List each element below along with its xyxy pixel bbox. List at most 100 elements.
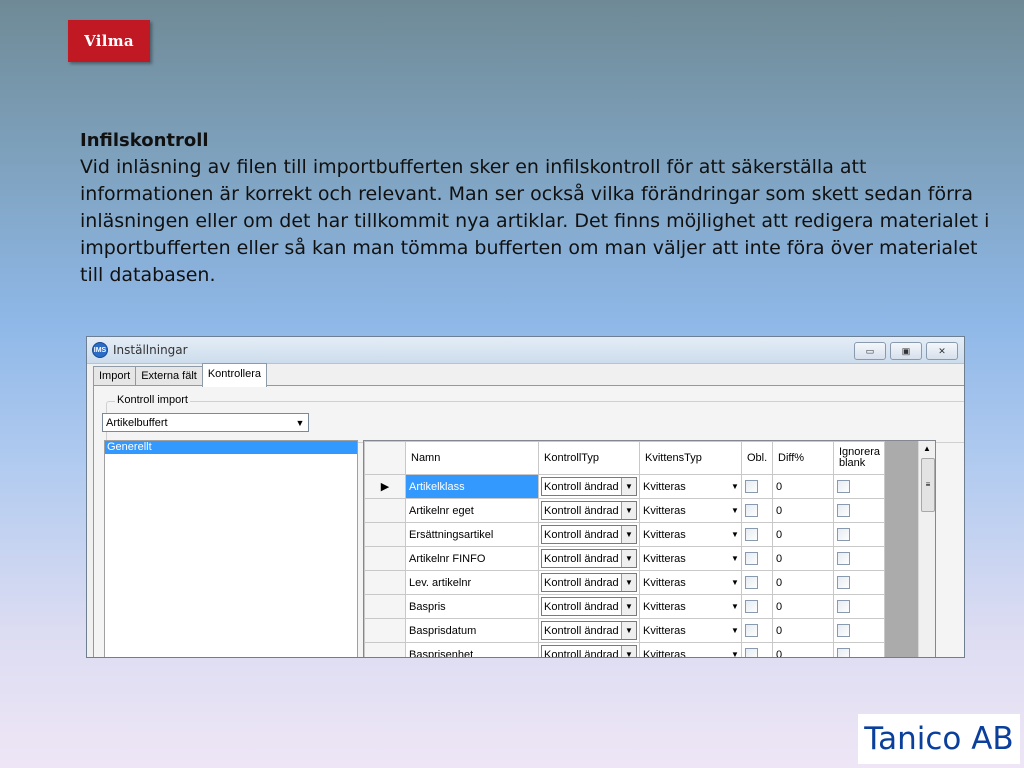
chevron-down-icon[interactable]: ▼ (621, 502, 636, 519)
cell-kontrolltyp[interactable]: Kontroll ändrad ▼ (538, 546, 640, 571)
ignorera-checkbox[interactable] (837, 576, 850, 589)
cell-ignorera-blank[interactable] (833, 570, 885, 595)
col-header-kvittenstyp[interactable]: KvittensTyp (639, 441, 742, 475)
grid-scrollbar[interactable]: ▲ ≡ (918, 441, 935, 657)
obl-checkbox[interactable] (745, 504, 758, 517)
chevron-down-icon[interactable]: ▼ (729, 578, 741, 587)
cell-kvittenstyp[interactable]: Kvitteras ▼ (639, 570, 742, 595)
obl-checkbox[interactable] (745, 480, 758, 493)
scroll-up-icon[interactable]: ▲ (919, 441, 935, 457)
chevron-down-icon[interactable]: ▼ (621, 622, 636, 639)
chevron-down-icon[interactable]: ▼ (621, 550, 636, 567)
chevron-down-icon[interactable]: ▼ (729, 650, 741, 657)
obl-checkbox[interactable] (745, 528, 758, 541)
ignorera-checkbox[interactable] (837, 600, 850, 613)
cell-diff[interactable]: 0 (772, 474, 834, 499)
cell-kontrolltyp[interactable]: Kontroll ändrad ▼ (538, 570, 640, 595)
cell-ignorera-blank[interactable] (833, 642, 885, 657)
cell-namn[interactable]: Baspris (405, 594, 539, 619)
cell-ignorera-blank[interactable] (833, 618, 885, 643)
cell-ignorera-blank[interactable] (833, 546, 885, 571)
row-header[interactable]: ▶ (364, 474, 406, 499)
cell-diff[interactable]: 0 (772, 546, 834, 571)
row-header[interactable] (364, 642, 406, 657)
chevron-down-icon[interactable]: ▼ (729, 554, 741, 563)
row-header[interactable] (364, 618, 406, 643)
cell-kvittenstyp[interactable]: Kvitteras ▼ (639, 618, 742, 643)
col-header-kontrolltyp[interactable]: KontrollTyp (538, 441, 640, 475)
obl-checkbox[interactable] (745, 576, 758, 589)
cell-obl[interactable] (741, 546, 773, 571)
cell-namn[interactable]: Lev. artikelnr (405, 570, 539, 595)
col-header-ignorera-blank[interactable]: Ignorera blank (833, 441, 885, 475)
obl-checkbox[interactable] (745, 648, 758, 657)
chevron-down-icon[interactable]: ▼ (621, 574, 636, 591)
cell-kontrolltyp[interactable]: Kontroll ändrad ▼ (538, 522, 640, 547)
ignorera-checkbox[interactable] (837, 552, 850, 565)
cell-kvittenstyp[interactable]: Kvitteras ▼ (639, 474, 742, 499)
table-row[interactable]: Basprisenhet Kontroll ändrad ▼ Kvitteras ▼ 0 (364, 642, 885, 657)
cell-kvittenstyp[interactable]: Kvitteras ▼ (639, 594, 742, 619)
tree-item-generellt[interactable]: Generellt (105, 441, 357, 454)
table-row[interactable]: Lev. artikelnr Kontroll ändrad ▼ Kvitteras ▼… (364, 570, 885, 595)
col-header-diff[interactable]: Diff% (772, 441, 834, 475)
chevron-down-icon[interactable]: ▼ (729, 530, 741, 539)
ignorera-checkbox[interactable] (837, 648, 850, 657)
minimize-icon[interactable]: ▭ (854, 342, 886, 360)
chevron-down-icon[interactable]: ▼ (729, 506, 741, 515)
obl-checkbox[interactable] (745, 552, 758, 565)
import-type-select[interactable]: Artikelbuffert ▼ (102, 413, 309, 432)
col-header-obl[interactable]: Obl. (741, 441, 773, 475)
chevron-down-icon[interactable]: ▼ (621, 598, 636, 615)
cell-diff[interactable]: 0 (772, 498, 834, 523)
cell-namn[interactable]: Artikelklass (405, 474, 539, 499)
cell-ignorera-blank[interactable] (833, 498, 885, 523)
cell-obl[interactable] (741, 594, 773, 619)
ignorera-checkbox[interactable] (837, 504, 850, 517)
cell-kontrolltyp[interactable]: Kontroll ändrad ▼ (538, 618, 640, 643)
cell-diff[interactable]: 0 (772, 618, 834, 643)
cell-namn[interactable]: Ersättningsartikel (405, 522, 539, 547)
chevron-down-icon[interactable]: ▼ (621, 526, 636, 543)
ignorera-checkbox[interactable] (837, 624, 850, 637)
cell-diff[interactable]: 0 (772, 642, 834, 657)
table-row[interactable]: Ersättningsartikel Kontroll ändrad ▼ Kvitte… (364, 522, 885, 547)
row-header[interactable] (364, 594, 406, 619)
ignorera-checkbox[interactable] (837, 528, 850, 541)
cell-obl[interactable] (741, 474, 773, 499)
chevron-down-icon[interactable]: ▼ (621, 646, 636, 657)
row-header[interactable] (364, 498, 406, 523)
col-header-namn[interactable]: Namn (405, 441, 539, 475)
cell-diff[interactable]: 0 (772, 570, 834, 595)
tab-import[interactable]: Import (93, 366, 137, 387)
cell-namn[interactable]: Basprisdatum (405, 618, 539, 643)
cell-kontrolltyp[interactable]: Kontroll ändrad ▼ (538, 474, 640, 499)
window-titlebar[interactable]: IMS Inställningar ▭ ▣ ✕ (87, 337, 964, 364)
table-row[interactable]: Artikelnr FINFO Kontroll ändrad ▼ Kvitteras… (364, 546, 885, 571)
tab-externa-falt[interactable]: Externa fält (135, 366, 203, 387)
cell-kontrolltyp[interactable]: Kontroll ändrad ▼ (538, 642, 640, 657)
ignorera-checkbox[interactable] (837, 480, 850, 493)
obl-checkbox[interactable] (745, 600, 758, 613)
cell-obl[interactable] (741, 618, 773, 643)
scroll-thumb[interactable]: ≡ (921, 458, 935, 512)
cell-obl[interactable] (741, 642, 773, 657)
cell-namn[interactable]: Basprisenhet (405, 642, 539, 657)
maximize-icon[interactable]: ▣ (890, 342, 922, 360)
cell-ignorera-blank[interactable] (833, 594, 885, 619)
chevron-down-icon[interactable]: ▼ (729, 602, 741, 611)
cell-diff[interactable]: 0 (772, 522, 834, 547)
cell-kvittenstyp[interactable]: Kvitteras ▼ (639, 498, 742, 523)
cell-obl[interactable] (741, 522, 773, 547)
row-header[interactable] (364, 546, 406, 571)
cell-obl[interactable] (741, 498, 773, 523)
table-row[interactable]: Artikelnr eget Kontroll ändrad ▼ Kvitteras ▼… (364, 498, 885, 523)
cell-kvittenstyp[interactable]: Kvitteras ▼ (639, 522, 742, 547)
chevron-down-icon[interactable]: ▼ (621, 478, 636, 495)
table-row[interactable]: Baspris Kontroll ändrad ▼ Kvitteras ▼ 0 (364, 594, 885, 619)
row-header[interactable] (364, 570, 406, 595)
close-icon[interactable]: ✕ (926, 342, 958, 360)
chevron-down-icon[interactable]: ▼ (729, 626, 741, 635)
cell-obl[interactable] (741, 570, 773, 595)
cell-kvittenstyp[interactable]: Kvitteras ▼ (639, 546, 742, 571)
